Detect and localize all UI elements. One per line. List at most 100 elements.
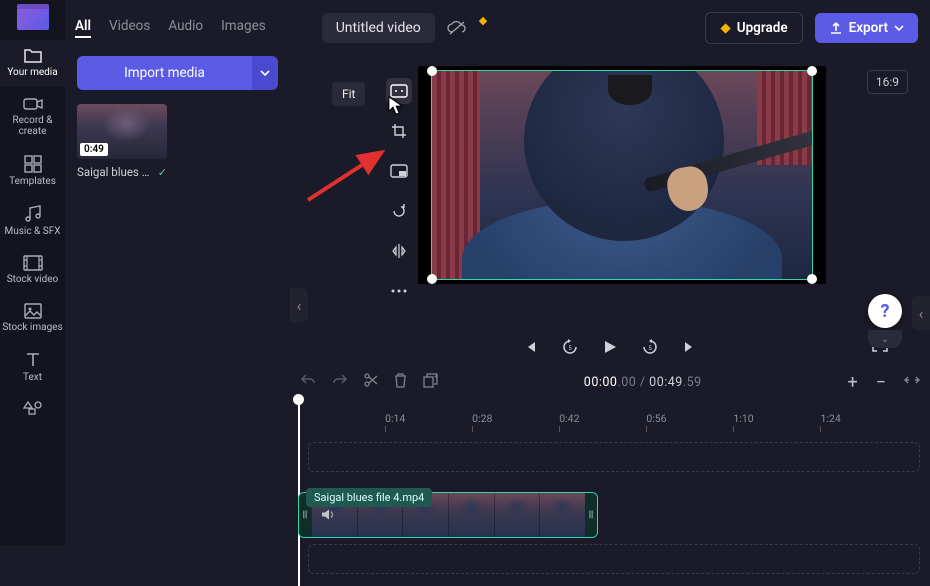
preview-canvas[interactable] (418, 66, 826, 284)
resize-handle-tl[interactable] (427, 66, 437, 76)
skip-end-button[interactable] (680, 340, 700, 354)
help-button[interactable]: ? (868, 294, 902, 328)
project-title[interactable]: Untitled video (322, 13, 435, 43)
tc-current-frac: .00 (617, 375, 636, 390)
zoom-add-button[interactable]: + (847, 372, 857, 393)
rail-stock-video[interactable]: Stock video (0, 247, 65, 293)
video-frame (432, 71, 812, 279)
rail-label: Your media (7, 67, 57, 78)
check-icon: ✓ (158, 166, 167, 179)
text-icon (24, 351, 42, 369)
timeline-timecode: 00:00.00 / 00:49.59 (454, 375, 831, 390)
premium-indicator-icon: ◆ (479, 14, 487, 27)
skip-end-icon (683, 340, 697, 354)
export-label: Export (849, 20, 888, 36)
empty-track[interactable] (308, 442, 920, 472)
rail-text[interactable]: Text (0, 343, 65, 391)
tool-more[interactable] (386, 278, 412, 304)
rail-templates[interactable]: Templates (0, 147, 65, 195)
rail-stock-images[interactable]: Stock images (0, 295, 65, 341)
delete-button[interactable] (394, 373, 407, 392)
left-rail: Your media Record & create Templates Mus… (0, 0, 65, 546)
empty-track[interactable] (308, 544, 920, 574)
duplicate-button[interactable]: + (423, 373, 438, 392)
export-button[interactable]: Export (815, 13, 918, 43)
tc-total-frac: .59 (683, 375, 702, 390)
ruler-tick: 0:14 (385, 412, 405, 425)
upgrade-label: Upgrade (737, 20, 788, 36)
thumbnail-duration: 0:49 (80, 143, 108, 156)
ruler-tick: 0:42 (559, 412, 579, 425)
tool-crop[interactable] (386, 118, 412, 144)
svg-text:5: 5 (648, 345, 652, 352)
upgrade-button[interactable]: ◆ Upgrade (705, 12, 802, 44)
aspect-ratio-selector[interactable]: 16:9 (867, 70, 908, 94)
rail-more[interactable] (0, 393, 65, 423)
flip-icon (391, 243, 407, 259)
tracks: Saigal blues file 4.mp4 || || (290, 442, 930, 574)
fit-tooltip: Fit (332, 82, 365, 106)
music-icon (24, 205, 42, 223)
rail-record-create[interactable]: Record & create (0, 88, 65, 145)
rail-label: Music & SFX (5, 226, 61, 237)
rewind-button[interactable]: 5 (560, 338, 580, 356)
diamond-icon: ◆ (720, 20, 730, 36)
rail-label: Stock images (2, 322, 62, 333)
selection-outline[interactable] (431, 70, 813, 280)
tab-all[interactable]: All (75, 18, 91, 38)
clip-trim-right[interactable]: || (585, 493, 597, 537)
crop-icon (391, 123, 407, 139)
skip-start-icon (523, 340, 537, 354)
media-thumbnail[interactable]: 0:49 (77, 104, 167, 159)
play-button[interactable] (600, 339, 620, 355)
undo-button[interactable] (300, 373, 316, 391)
media-tabs: All Videos Audio Images (75, 18, 266, 38)
help-expand-button[interactable]: ⌄ (868, 330, 902, 348)
project-title-text: Untitled video (336, 20, 421, 36)
rail-music-sfx[interactable]: Music & SFX (0, 197, 65, 245)
rail-label: Stock video (7, 274, 59, 285)
clip-audio-icon (321, 506, 335, 525)
top-bar: All Videos Audio Images Untitled video ◆… (65, 0, 930, 56)
tc-current: 00:00 (584, 375, 618, 390)
more-icon (391, 289, 407, 293)
rewind-icon: 5 (561, 338, 579, 356)
zoom-sub-button[interactable]: − (876, 372, 886, 393)
tab-audio[interactable]: Audio (168, 18, 203, 38)
camera-icon (23, 96, 43, 112)
ruler-tick: 1:24 (820, 412, 840, 425)
media-panel: Import media 0:49 Saigal blues f... ✓ (65, 56, 290, 546)
playback-controls: 5 5 (290, 338, 930, 356)
split-button[interactable] (364, 373, 378, 391)
undo-icon (300, 373, 316, 387)
redo-icon (332, 373, 348, 387)
skip-start-button[interactable] (520, 340, 540, 354)
tc-total: 00:49 (649, 375, 683, 390)
templates-icon (24, 155, 42, 173)
resize-handle-tr[interactable] (807, 66, 817, 76)
collapse-panel-button[interactable]: ‹ (290, 288, 308, 322)
import-media-button[interactable]: Import media (77, 56, 252, 90)
media-filename: Saigal blues f... (77, 165, 152, 179)
tool-flip[interactable] (386, 238, 412, 264)
resize-handle-bl[interactable] (427, 274, 437, 284)
svg-text:5: 5 (568, 345, 572, 352)
rail-your-media[interactable]: Your media (0, 40, 65, 86)
import-media-dropdown[interactable] (252, 56, 278, 90)
clip-filename-label: Saigal blues file 4.mp4 (306, 488, 432, 507)
timeline-ruler[interactable]: 0:14 0:28 0:42 0:56 1:10 1:24 (290, 398, 930, 436)
timeline-toolbar: + 00:00.00 / 00:49.59 + − (290, 366, 930, 398)
forward-button[interactable]: 5 (640, 338, 660, 356)
resize-handle-br[interactable] (807, 274, 817, 284)
cloud-sync-off-icon[interactable] (447, 20, 467, 36)
svg-text:+: + (434, 373, 438, 381)
collapse-right-panel-button[interactable]: ‹ (912, 296, 930, 330)
ruler-tick: 0:28 (472, 412, 492, 425)
tab-videos[interactable]: Videos (109, 18, 150, 38)
upload-icon (829, 21, 843, 35)
scissors-icon (364, 373, 378, 387)
tab-images[interactable]: Images (221, 18, 266, 38)
zoom-fit-button[interactable] (904, 374, 920, 390)
redo-button[interactable] (332, 373, 348, 391)
media-item[interactable]: 0:49 Saigal blues f... ✓ (77, 104, 278, 179)
